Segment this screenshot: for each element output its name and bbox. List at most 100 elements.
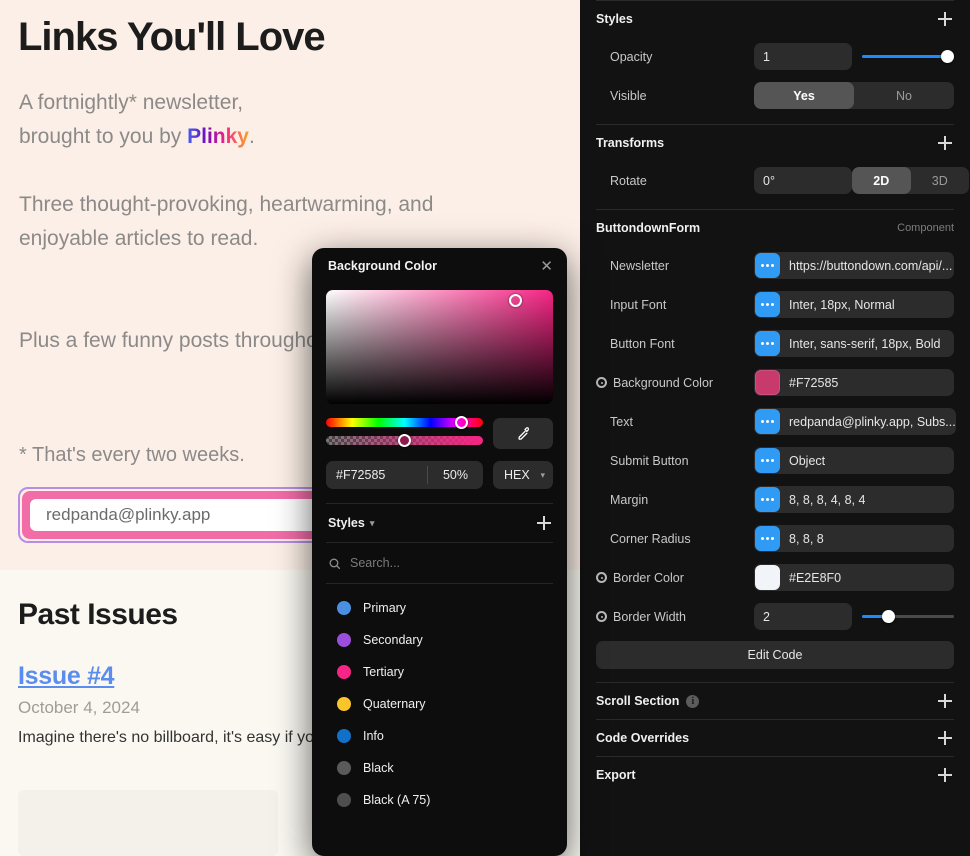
color-style-name: Tertiary xyxy=(363,665,404,679)
list-item[interactable]: Black xyxy=(312,752,567,784)
popover-styles-header[interactable]: Styles ▾ xyxy=(312,504,567,542)
issue-card-placeholder xyxy=(18,790,278,856)
hue-slider[interactable] xyxy=(326,418,483,427)
color-dot-icon xyxy=(337,729,351,743)
opacity-slider[interactable] xyxy=(862,43,954,70)
saturation-value-knob[interactable] xyxy=(509,294,522,307)
color-dot-icon xyxy=(337,793,351,807)
label-newsletter: Newsletter xyxy=(596,259,754,273)
color-style-name: Secondary xyxy=(363,633,423,647)
add-color-style-button[interactable] xyxy=(535,514,553,532)
hero-subtitle-line2-prefix: brought to you by xyxy=(19,125,187,148)
chevron-down-icon: ▾ xyxy=(540,470,545,481)
hex-value[interactable]: #F72585 xyxy=(326,468,427,482)
background-color-value-field[interactable]: #F72585 xyxy=(754,369,954,396)
corner-radius-value-field[interactable]: 8, 8, 8 xyxy=(754,525,954,552)
list-item[interactable]: Black (A 75) xyxy=(312,784,567,816)
search-input[interactable] xyxy=(350,556,551,570)
section-header-scroll-section[interactable]: Scroll Section i xyxy=(580,683,970,719)
button-font-value-field[interactable]: Inter, sans-serif, 18px, Bold xyxy=(754,330,954,357)
add-code-override-button[interactable] xyxy=(936,729,954,747)
rotate-input[interactable]: 0° xyxy=(754,167,852,194)
hue-slider-knob[interactable] xyxy=(455,416,468,429)
row-input-font: Input Font Inter, 18px, Normal xyxy=(580,285,970,324)
gear-icon[interactable] xyxy=(596,611,607,622)
issue-link[interactable]: Issue #4 xyxy=(18,662,114,691)
row-opacity: Opacity 1 xyxy=(580,37,970,76)
saturation-value-area[interactable] xyxy=(326,290,553,404)
row-corner-radius: Corner Radius 8, 8, 8 xyxy=(580,519,970,558)
object-chip-icon xyxy=(755,448,780,473)
color-style-search-row[interactable] xyxy=(312,543,567,583)
background-color-swatch[interactable] xyxy=(755,370,780,395)
page-title: Links You'll Love xyxy=(18,14,325,60)
opacity-slider-knob[interactable] xyxy=(941,50,954,63)
row-button-font: Button Font Inter, sans-serif, 18px, Bol… xyxy=(580,324,970,363)
gear-icon[interactable] xyxy=(596,377,607,388)
list-item[interactable]: Primary xyxy=(312,592,567,624)
list-item[interactable]: Info xyxy=(312,720,567,752)
add-style-button[interactable] xyxy=(936,10,954,28)
alpha-value[interactable]: 50% xyxy=(428,468,483,482)
section-header-code-overrides[interactable]: Code Overrides xyxy=(580,720,970,756)
input-font-value-field[interactable]: Inter, 18px, Normal xyxy=(754,291,954,318)
app-root: Links You'll Love A fortnightly* newslet… xyxy=(0,0,970,856)
newsletter-value-field[interactable]: https://buttondown.com/api/... xyxy=(754,252,954,279)
gear-icon[interactable] xyxy=(596,572,607,583)
issue-date: October 4, 2024 xyxy=(18,698,140,718)
color-style-name: Quaternary xyxy=(363,697,426,711)
close-icon[interactable]: ✕ xyxy=(540,259,553,274)
corner-radius-value: 8, 8, 8 xyxy=(789,532,824,546)
section-title-scroll-section-text: Scroll Section xyxy=(596,694,679,708)
label-border-color: Border Color xyxy=(596,571,754,585)
border-width-input[interactable]: 2 xyxy=(754,603,852,630)
label-rotate: Rotate xyxy=(596,174,754,188)
list-item[interactable]: Tertiary xyxy=(312,656,567,688)
eyedropper-button[interactable] xyxy=(493,418,553,449)
chevron-down-icon[interactable]: ▾ xyxy=(370,518,375,529)
visible-no-option[interactable]: No xyxy=(854,82,954,109)
section-title-export: Export xyxy=(596,768,636,782)
visible-toggle-group[interactable]: Yes No xyxy=(754,82,954,109)
edit-code-button[interactable]: Edit Code xyxy=(596,641,954,669)
color-style-name: Info xyxy=(363,729,384,743)
label-visible: Visible xyxy=(596,89,754,103)
list-item[interactable]: Quaternary xyxy=(312,688,567,720)
text-value-field[interactable]: redpanda@plinky.app, Subs... xyxy=(754,408,956,435)
hero-footnote: * That's every two weeks. xyxy=(19,440,245,470)
add-transform-button[interactable] xyxy=(936,134,954,152)
rotate-3d-option[interactable]: 3D xyxy=(911,167,970,194)
inspector-panel: Styles Opacity 1 Visible Yes No Transfor… xyxy=(580,0,970,856)
color-slider-column xyxy=(326,418,483,449)
newsletter-value: https://buttondown.com/api/... xyxy=(789,259,952,273)
section-header-styles: Styles xyxy=(580,1,970,37)
hero-subtitle-line2-suffix: . xyxy=(249,125,255,148)
color-format-select[interactable]: HEX ▾ xyxy=(493,461,553,489)
border-color-swatch[interactable] xyxy=(755,565,780,590)
add-export-button[interactable] xyxy=(936,766,954,784)
background-color-value: #F72585 xyxy=(789,376,838,390)
add-scroll-section-button[interactable] xyxy=(936,692,954,710)
row-submit-button: Submit Button Object xyxy=(580,441,970,480)
hex-input-group[interactable]: #F72585 50% xyxy=(326,461,483,489)
visible-yes-option[interactable]: Yes xyxy=(754,82,854,109)
border-width-slider[interactable] xyxy=(862,603,954,630)
info-icon[interactable]: i xyxy=(686,695,699,708)
border-color-value-field[interactable]: #E2E8F0 xyxy=(754,564,954,591)
object-chip-icon xyxy=(755,331,780,356)
opacity-input[interactable]: 1 xyxy=(754,43,852,70)
section-header-export[interactable]: Export xyxy=(580,757,970,793)
alpha-slider-knob[interactable] xyxy=(398,434,411,447)
list-item[interactable]: Secondary xyxy=(312,624,567,656)
row-rotate: Rotate 0° 2D 3D xyxy=(580,161,970,200)
label-border-width-text: Border Width xyxy=(613,610,686,624)
rotate-mode-toggle[interactable]: 2D 3D xyxy=(852,167,969,194)
input-font-value: Inter, 18px, Normal xyxy=(789,298,895,312)
alpha-slider[interactable] xyxy=(326,436,483,445)
border-width-slider-knob[interactable] xyxy=(882,610,895,623)
submit-button-value-field[interactable]: Object xyxy=(754,447,954,474)
color-style-name: Black (A 75) xyxy=(363,793,430,807)
rotate-2d-option[interactable]: 2D xyxy=(852,167,911,194)
label-button-font: Button Font xyxy=(596,337,754,351)
margin-value-field[interactable]: 8, 8, 8, 4, 8, 4 xyxy=(754,486,954,513)
